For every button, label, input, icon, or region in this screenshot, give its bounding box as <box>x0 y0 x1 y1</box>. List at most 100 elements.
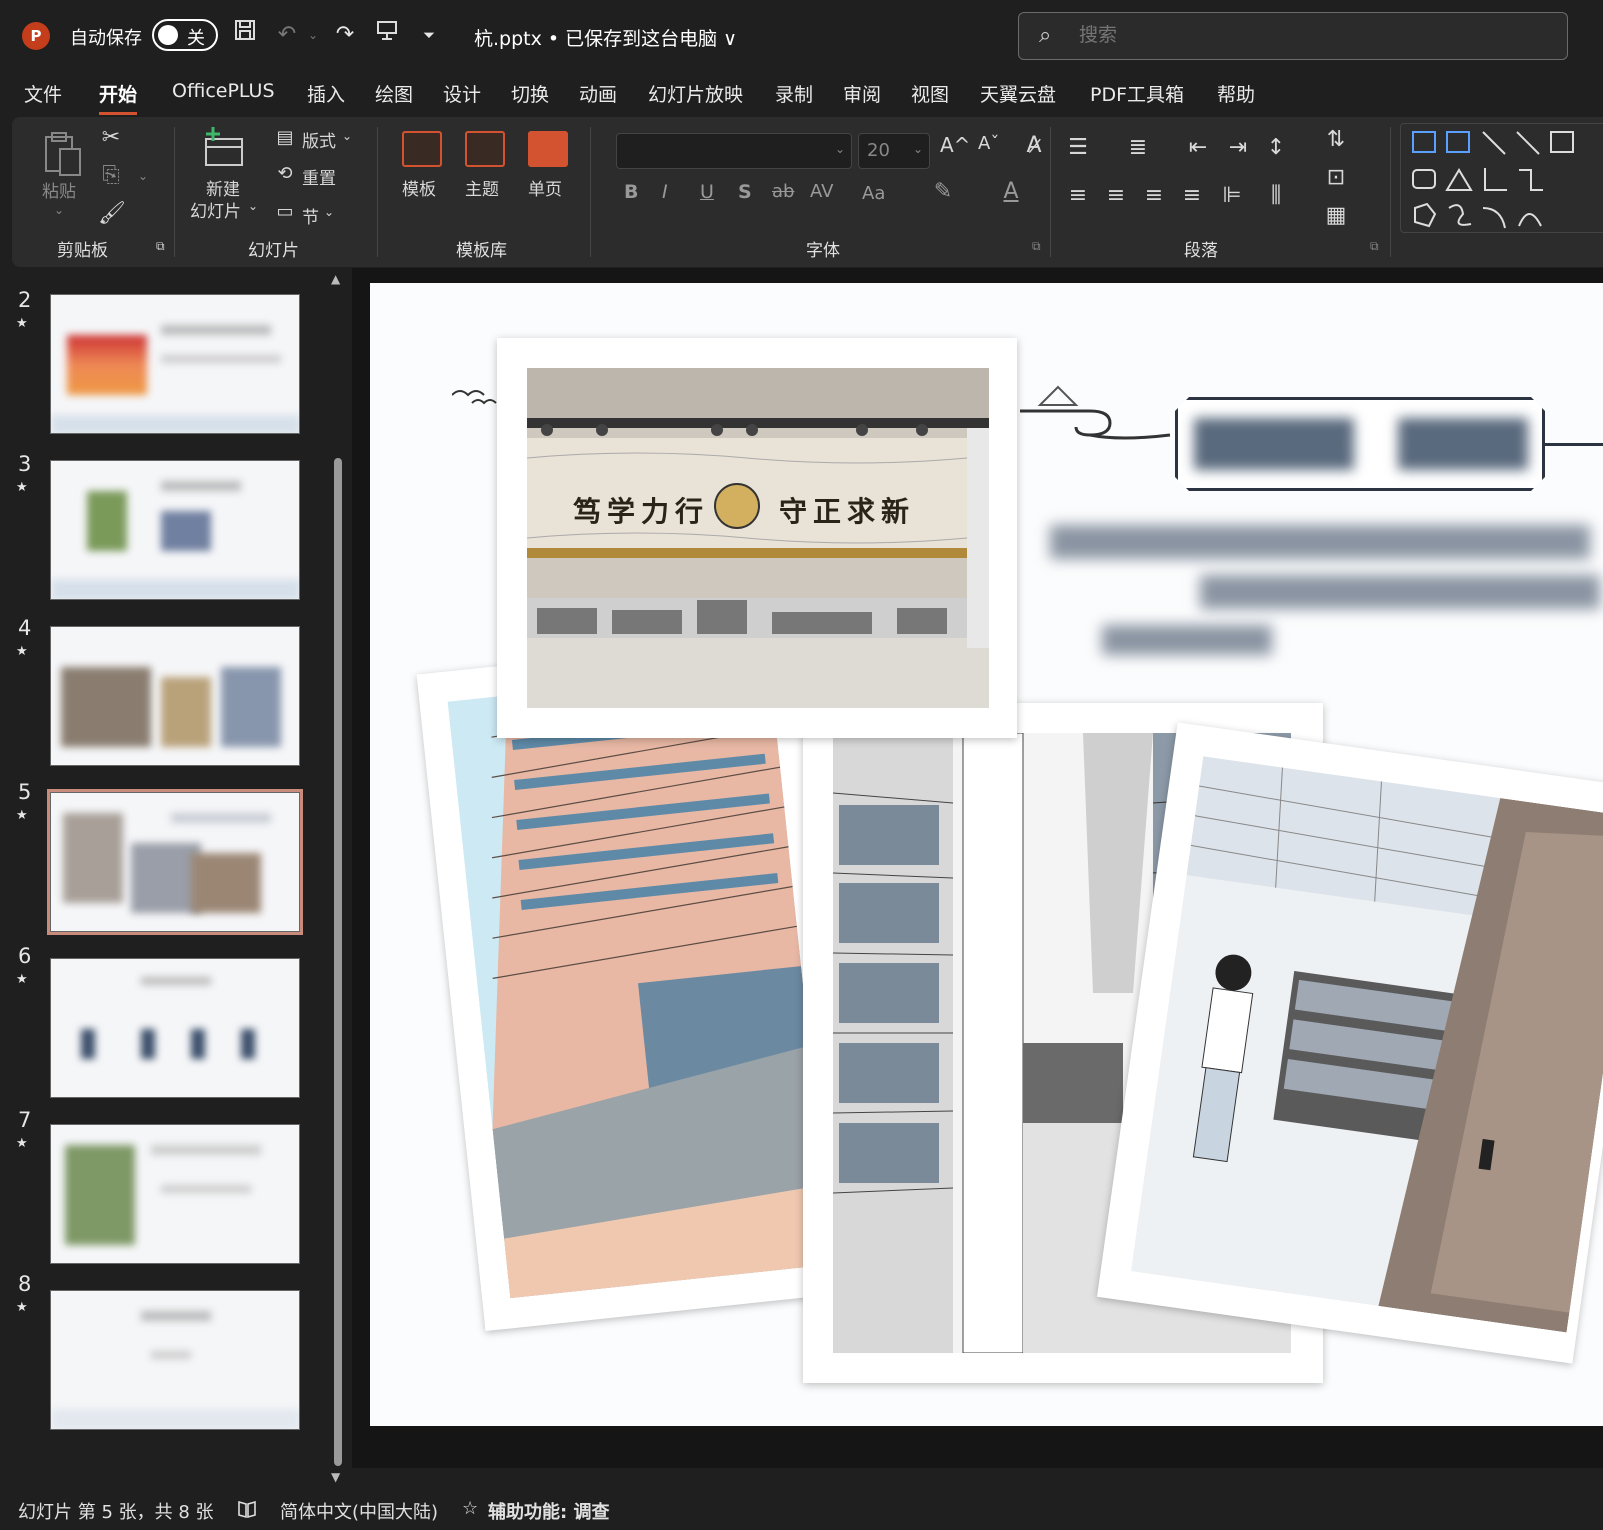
slide-thumbnail-5[interactable] <box>47 789 303 935</box>
new-slide-icon[interactable] <box>200 125 246 171</box>
autosave-toggle[interactable]: 关 <box>152 19 218 51</box>
layout-icon[interactable]: ▤ <box>272 127 298 148</box>
tab-view[interactable]: 视图 <box>911 80 949 107</box>
tab-review[interactable]: 审阅 <box>843 80 881 107</box>
columns-icon[interactable]: ⫼ <box>1262 183 1290 208</box>
shrink-font-icon[interactable]: Aˇ <box>978 133 999 154</box>
photo-library-building[interactable] <box>416 634 864 1332</box>
line-spacing-icon[interactable]: ↕ <box>1262 135 1290 160</box>
decrease-indent-icon[interactable]: ⇤ <box>1184 135 1212 160</box>
character-spacing-button[interactable]: AV <box>810 181 833 202</box>
shapes-gallery[interactable] <box>1400 123 1603 233</box>
clipboard-launcher-icon[interactable]: ⧉ <box>156 239 165 254</box>
tab-transitions[interactable]: 切换 <box>511 80 549 107</box>
tab-tianyi-cloud[interactable]: 天翼云盘 <box>980 80 1056 107</box>
tab-design[interactable]: 设计 <box>443 80 481 107</box>
bullets-icon[interactable]: ☰ <box>1064 135 1092 160</box>
tab-draw[interactable]: 绘图 <box>375 80 413 107</box>
slide-counter[interactable]: 幻灯片 第 5 张，共 8 张 <box>18 1498 214 1524</box>
font-size-dropdown[interactable]: 20 ⌄ <box>858 133 930 169</box>
convert-smartart-icon[interactable]: ▦ <box>1322 203 1350 228</box>
tab-animations[interactable]: 动画 <box>579 80 617 107</box>
section-icon[interactable]: ▭ <box>272 201 298 222</box>
section-dropdown-icon[interactable]: ⌄ <box>324 205 334 219</box>
slide-subtitle-text[interactable] <box>1050 519 1603 659</box>
language-indicator[interactable]: 简体中文(中国大陆) <box>280 1498 438 1524</box>
align-left-icon[interactable]: ≡ <box>1064 183 1092 208</box>
slide-thumbnail-2[interactable] <box>50 294 300 434</box>
scroll-up-icon[interactable]: ▲ <box>331 272 340 286</box>
format-painter-icon[interactable]: 🖌 <box>98 201 126 226</box>
bold-button[interactable]: B <box>624 181 638 203</box>
paste-label[interactable]: 粘贴 <box>42 177 76 202</box>
slide-thumbnail-3[interactable] <box>50 460 300 600</box>
single-page-icon[interactable] <box>528 131 568 167</box>
clear-formatting-icon[interactable]: A̷ <box>1020 133 1048 158</box>
layout-dropdown-icon[interactable]: ⌄ <box>342 129 352 143</box>
theme-button[interactable]: 主题 <box>465 175 499 200</box>
document-title[interactable]: 杭.pptx • 已保存到这台电脑 ∨ <box>474 24 737 51</box>
font-name-dropdown[interactable]: ⌄ <box>616 133 852 169</box>
paste-icon[interactable] <box>40 129 86 179</box>
grow-font-icon[interactable]: A^ <box>940 133 970 157</box>
cut-icon[interactable]: ✂ <box>98 125 124 150</box>
section-button[interactable]: 节 <box>302 203 319 228</box>
justify-icon[interactable]: ≡ <box>1178 183 1206 208</box>
numbering-icon[interactable]: ≣ <box>1124 135 1152 160</box>
slide-thumbnail-8[interactable] <box>50 1290 300 1430</box>
template-icon[interactable] <box>402 131 442 167</box>
font-launcher-icon[interactable]: ⧉ <box>1032 239 1041 254</box>
reset-icon[interactable]: ⟲ <box>272 163 298 184</box>
slide-thumbnail-7[interactable] <box>50 1124 300 1264</box>
single-page-button[interactable]: 单页 <box>528 175 562 200</box>
new-slide-dropdown-icon[interactable]: ⌄ <box>248 199 258 213</box>
italic-button[interactable]: I <box>662 181 668 203</box>
redo-icon[interactable]: ↷ <box>328 18 362 52</box>
text-shadow-button[interactable]: S <box>738 181 752 203</box>
paste-dropdown-icon[interactable]: ⌄ <box>54 203 64 217</box>
save-icon[interactable] <box>228 18 262 52</box>
present-from-beginning-icon[interactable] <box>370 18 404 52</box>
tab-pdf-tools[interactable]: PDF工具箱 <box>1090 80 1184 107</box>
reset-button[interactable]: 重置 <box>302 164 336 189</box>
current-slide[interactable]: 笃学力行 守正求新 <box>370 283 1603 1426</box>
photo-reading-room[interactable] <box>1096 722 1603 1364</box>
text-direction-icon[interactable]: ⇅ <box>1322 127 1350 152</box>
increase-indent-icon[interactable]: ⇥ <box>1224 135 1252 160</box>
highlight-color-icon[interactable]: ✎ <box>930 179 956 204</box>
align-right-icon[interactable]: ≡ <box>1140 183 1168 208</box>
tab-slideshow[interactable]: 幻灯片放映 <box>648 80 743 107</box>
customize-toolbar-icon[interactable]: ⏷ <box>412 18 446 52</box>
tab-record[interactable]: 录制 <box>775 80 813 107</box>
thumbnail-scrollbar[interactable] <box>334 458 342 1466</box>
spelling-check-icon[interactable] <box>236 1498 258 1525</box>
align-text-icon[interactable]: ⊡ <box>1322 165 1350 190</box>
tab-file[interactable]: 文件 <box>24 80 62 107</box>
search-box[interactable]: ⌕ <box>1018 12 1568 60</box>
change-case-button[interactable]: Aa <box>862 183 885 204</box>
align-center-icon[interactable]: ≡ <box>1102 183 1130 208</box>
slide-thumbnail-4[interactable] <box>50 626 300 766</box>
layout-button[interactable]: 版式 <box>302 127 336 152</box>
strikethrough-button[interactable]: ab <box>772 181 794 202</box>
tab-insert[interactable]: 插入 <box>307 80 345 107</box>
accessibility-icon[interactable]: ☆ <box>462 1498 478 1519</box>
tab-home[interactable]: 开始 <box>99 80 138 115</box>
copy-dropdown-icon[interactable]: ⌄ <box>136 169 150 183</box>
new-slide-label-2[interactable]: 幻灯片 <box>190 197 241 222</box>
copy-icon[interactable]: ⎘ <box>98 163 124 188</box>
search-input[interactable] <box>1079 24 1479 46</box>
tab-help[interactable]: 帮助 <box>1217 80 1255 107</box>
distributed-icon[interactable]: ⊫ <box>1218 183 1246 208</box>
photo-plaque-wall[interactable]: 笃学力行 守正求新 <box>497 338 1017 738</box>
paragraph-launcher-icon[interactable]: ⧉ <box>1370 239 1379 254</box>
theme-icon[interactable] <box>465 131 505 167</box>
undo-dropdown-icon[interactable]: ⌄ <box>296 18 330 52</box>
scroll-down-icon[interactable]: ▼ <box>331 1470 340 1484</box>
tab-officeplus[interactable]: OfficePLUS <box>172 80 275 102</box>
template-button[interactable]: 模板 <box>402 175 436 200</box>
slide-title-frame[interactable] <box>1175 397 1545 491</box>
font-color-icon[interactable]: A <box>998 179 1024 204</box>
underline-button[interactable]: U <box>700 181 714 203</box>
slide-thumbnail-6[interactable] <box>50 958 300 1098</box>
